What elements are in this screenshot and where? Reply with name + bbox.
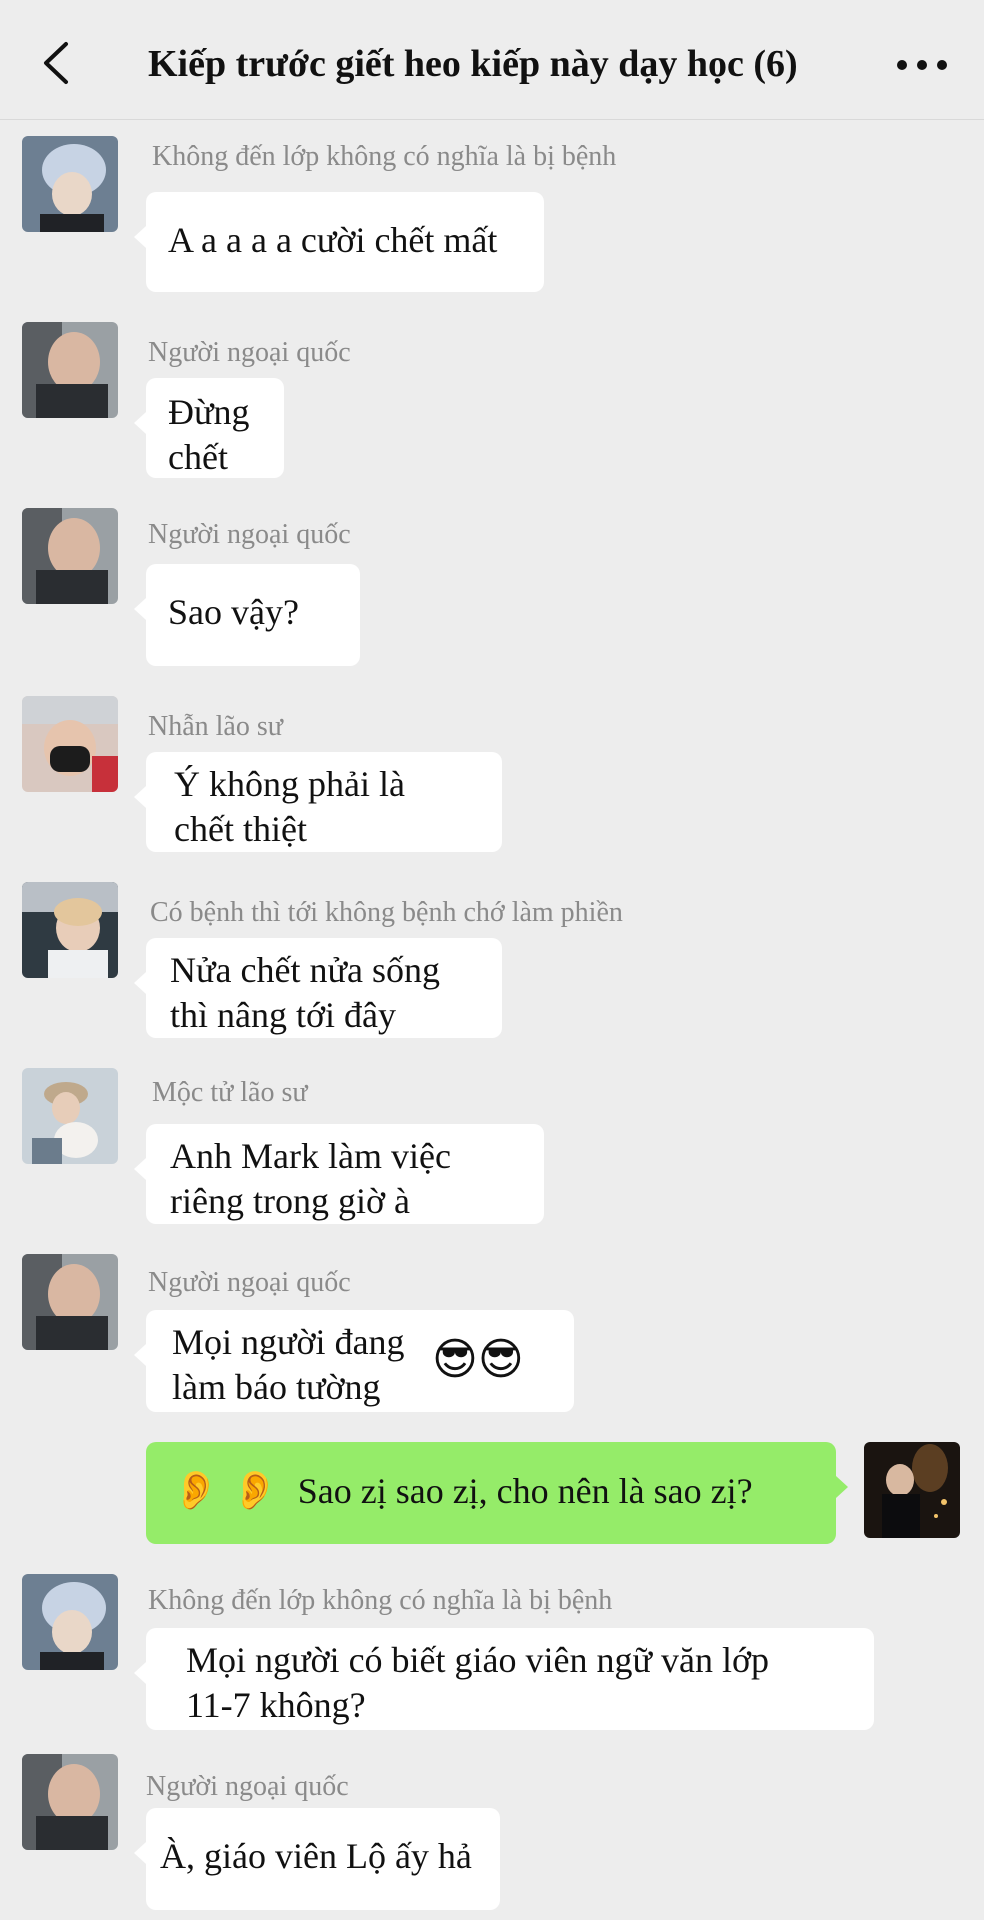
sender-name: Người ngoại quốc	[148, 519, 351, 550]
chevron-left-icon	[44, 42, 68, 84]
message-text: 11-7 không?	[186, 1685, 366, 1725]
sender-name: Mộc tử lão sư	[152, 1077, 308, 1108]
avatar[interactable]	[22, 508, 118, 604]
sender-name: Không đến lớp không có nghĩa là bị bệnh	[152, 141, 617, 172]
message-text: chết thiệt	[174, 809, 307, 849]
message-bubble[interactable]: Đừng chết	[134, 378, 284, 478]
message-bubble[interactable]: Mọi người đang làm báo tường 😎😎	[134, 1310, 574, 1412]
message-text: A a a a a cười chết mất	[168, 220, 498, 260]
avatar[interactable]	[22, 696, 118, 792]
chat-title: Kiếp trước giết heo kiếp này dạy học (6)	[148, 43, 798, 85]
message-bubble[interactable]: Mọi người có biết giáo viên ngữ văn lớp …	[134, 1628, 874, 1730]
chat-header: Kiếp trước giết heo kiếp này dạy học (6)	[0, 0, 984, 120]
message-text: Đừng	[168, 392, 250, 432]
message-text: Sao vậy?	[168, 592, 299, 632]
sender-name: Có bệnh thì tới không bệnh chớ làm phiền	[150, 897, 623, 928]
avatar[interactable]	[22, 1254, 118, 1350]
sender-name: Người ngoại quốc	[148, 337, 351, 368]
message-bubble[interactable]: Nửa chết nửa sống thì nâng tới đây	[134, 938, 502, 1038]
avatar[interactable]	[22, 136, 118, 232]
sunglasses-emoji-icon: 😎😎	[432, 1334, 524, 1385]
message-text: Mọi người có biết giáo viên ngữ văn lớp	[186, 1640, 770, 1680]
avatar[interactable]	[22, 882, 118, 978]
avatar[interactable]	[22, 322, 118, 418]
outgoing-message-bubble[interactable]: 👂 👂 Sao zị sao zị, cho nên là sao zị?	[146, 1442, 848, 1544]
avatar[interactable]	[22, 1068, 118, 1164]
avatar[interactable]	[22, 1574, 118, 1670]
message-text: Sao zị sao zị, cho nên là sao zị?	[297, 1471, 753, 1511]
more-button[interactable]	[892, 50, 952, 80]
more-horizontal-icon	[897, 60, 947, 70]
message-text: Ý không phải là	[174, 764, 405, 804]
message-text: Nửa chết nửa sống	[170, 950, 440, 990]
my-avatar[interactable]	[864, 1442, 960, 1538]
message-text: thì nâng tới đây	[170, 995, 397, 1035]
message-bubble[interactable]: Sao vậy?	[134, 564, 360, 666]
sender-name: Người ngoại quốc	[148, 1267, 351, 1298]
message-bubble[interactable]: Ý không phải là chết thiệt	[134, 752, 502, 852]
message-text: Anh Mark làm việc	[170, 1136, 451, 1176]
message-bubble[interactable]: A a a a a cười chết mất	[134, 192, 544, 292]
message-bubble[interactable]: Anh Mark làm việc riêng trong giờ à	[134, 1124, 544, 1224]
message-text: chết	[168, 437, 228, 477]
back-button[interactable]	[36, 38, 76, 88]
message-text: riêng trong giờ à	[170, 1181, 410, 1221]
avatar[interactable]	[22, 1754, 118, 1850]
sender-name: Không đến lớp không có nghĩa là bị bệnh	[148, 1585, 613, 1616]
sender-name: Người ngoại quốc	[146, 1771, 349, 1802]
sender-name: Nhẫn lão sư	[148, 711, 283, 742]
ear-emoji-icon: 👂 👂	[172, 1468, 279, 1512]
message-text: À, giáo viên Lộ ấy hả	[160, 1836, 472, 1876]
message-bubble[interactable]: À, giáo viên Lộ ấy hả	[134, 1808, 500, 1910]
